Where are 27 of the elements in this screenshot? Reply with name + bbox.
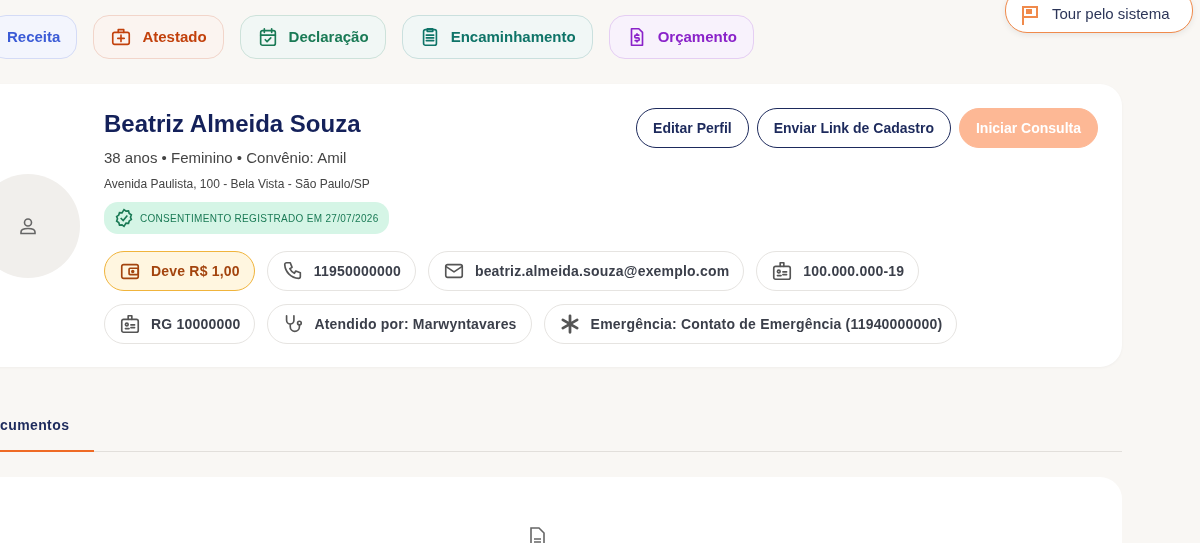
tab[interactable]: cumentos (0, 407, 94, 452)
debt-chip: Deve R$ 1,00 (104, 251, 255, 292)
info-chip: Emergência: Contato de Emergência (11940000000) (543, 304, 958, 345)
quick-action-button[interactable]: Encaminhamento (401, 15, 593, 59)
info-chip: beatriz.almeida.souza@exemplo.com (427, 251, 745, 292)
patient-name: Beatriz Almeida Souza (104, 110, 362, 139)
id-card-icon (771, 260, 794, 283)
info-chip: 11950000000 (266, 251, 416, 292)
document-icon (528, 527, 546, 543)
quick-action-button[interactable]: Receita (0, 15, 78, 59)
quick-action-button[interactable]: Declaração (239, 15, 386, 59)
patient-address: Avenida Paulista, 100 - Bela Vista - São Paulo/SP (104, 176, 371, 194)
info-chip: 100.000.000-19 (756, 251, 920, 292)
info-chip: RG 10000000 (104, 304, 256, 345)
user-icon (19, 217, 37, 235)
action-button[interactable]: Enviar Link de Cadastro (756, 108, 951, 148)
flag-icon (1020, 3, 1040, 26)
info-chip: Atendido por: Marwyntavares (267, 304, 532, 345)
action-button[interactable]: Editar Perfil (636, 108, 749, 148)
id-card-icon (119, 313, 141, 336)
consent-text: CONSENTIMENTO REGISTRADO EM 27/07/2026 (140, 211, 379, 226)
medical-kit-icon (110, 26, 133, 48)
verified-icon (114, 208, 134, 229)
tour-button[interactable]: Tour pelo sistema (1005, 0, 1193, 33)
patient-summary: 38 anos • Feminino • Convênio: Amil (104, 147, 348, 168)
quick-action-button[interactable]: Orçamento (608, 15, 754, 59)
quick-action-button[interactable]: Atestado (93, 15, 224, 59)
